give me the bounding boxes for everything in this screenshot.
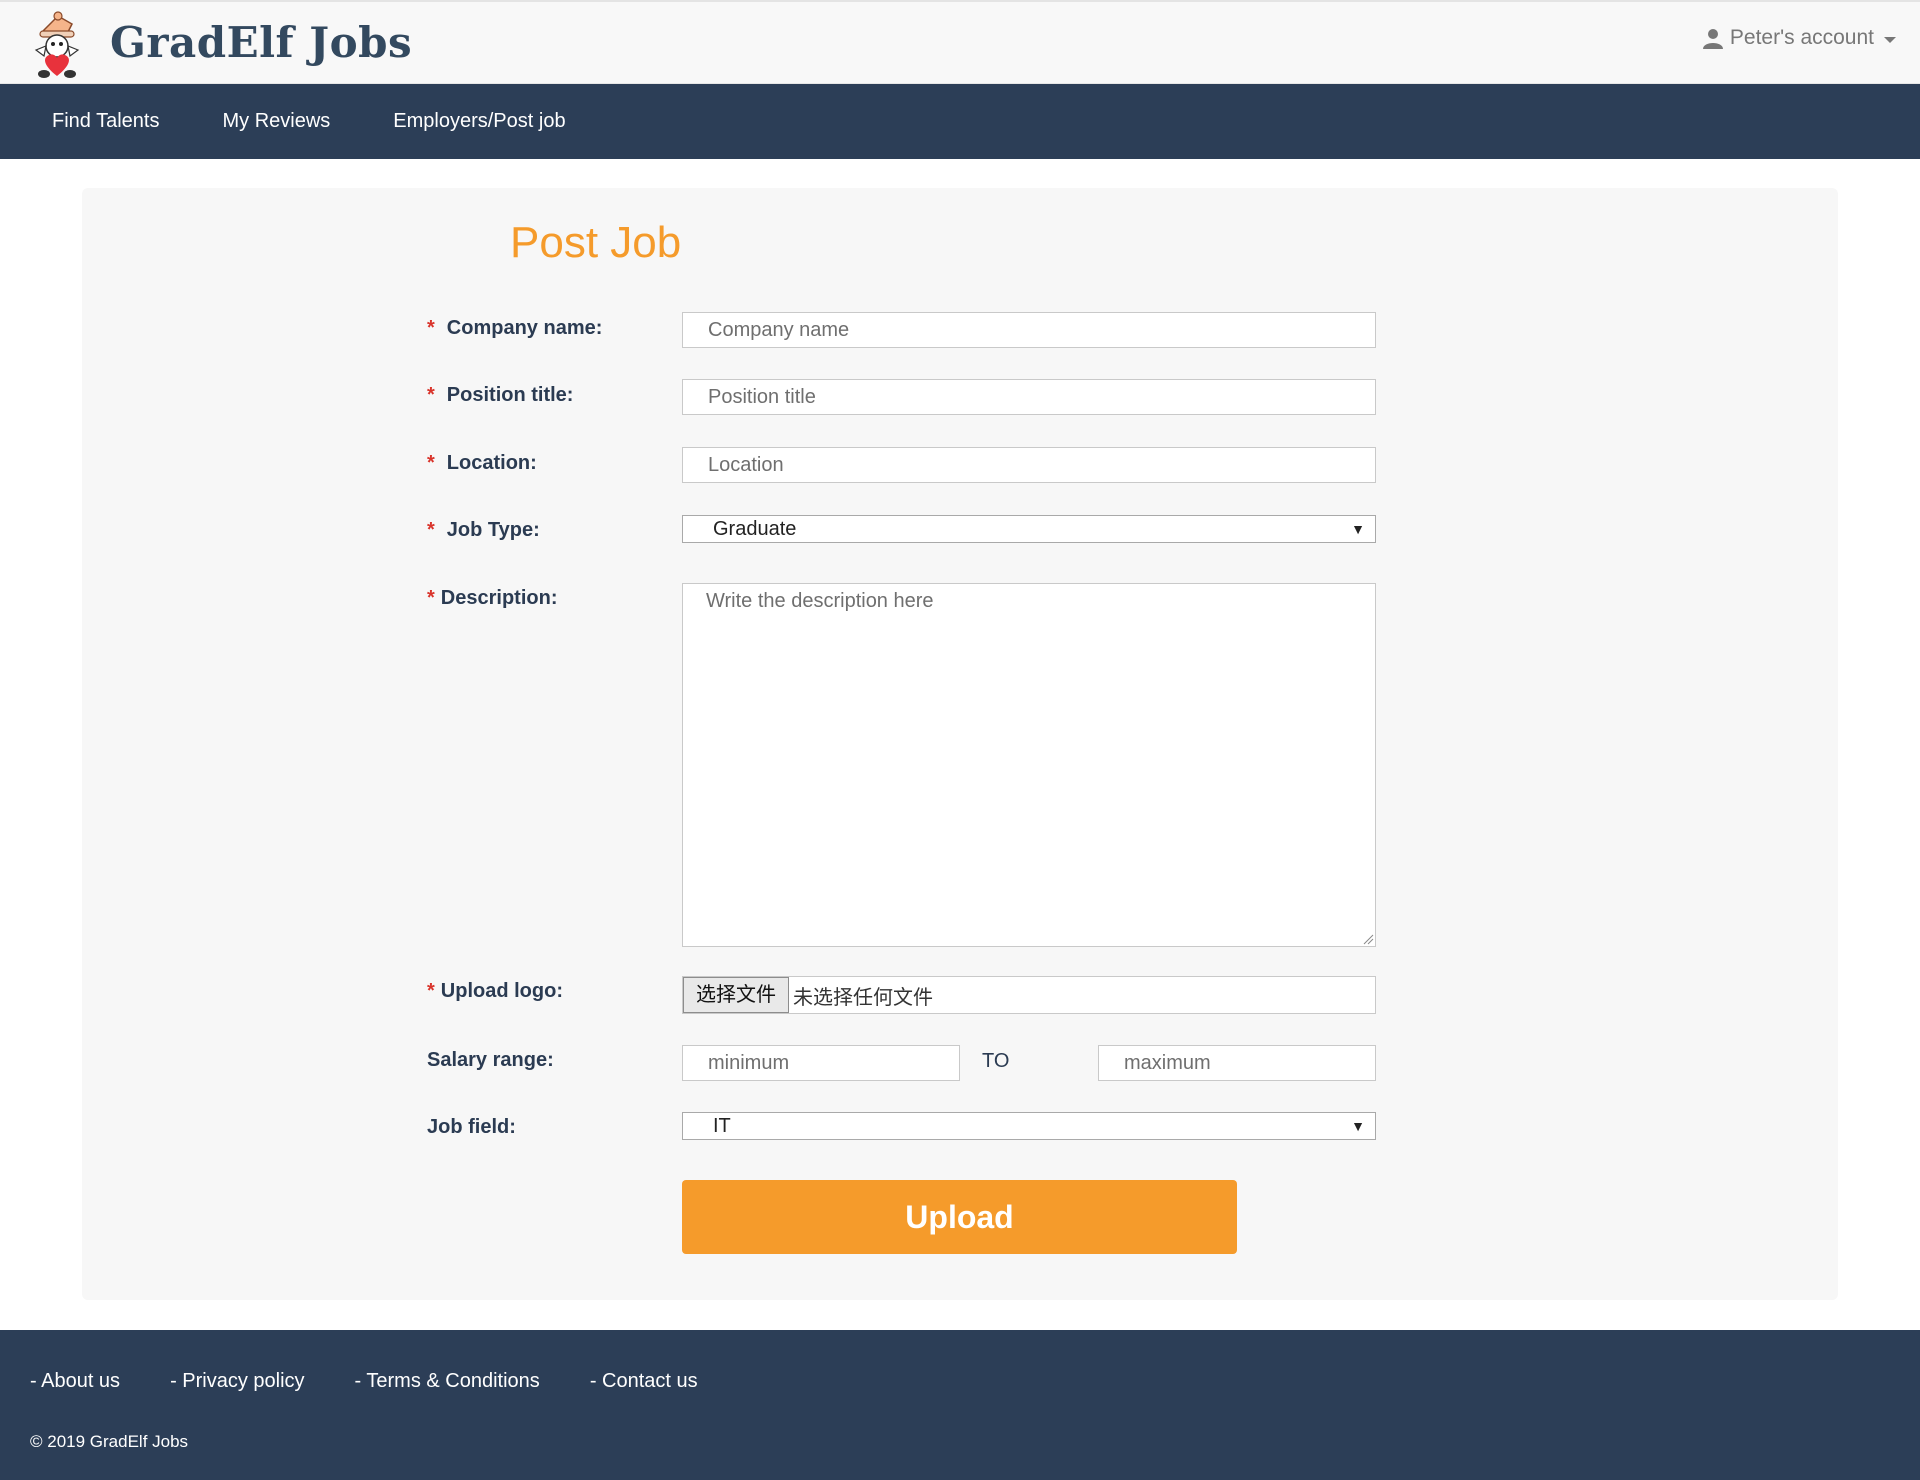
footer-link-privacy[interactable]: - Privacy policy	[170, 1370, 304, 1393]
job-field-select[interactable]: IT ▼	[682, 1112, 1376, 1140]
dropdown-arrow-icon: ▼	[1351, 1118, 1365, 1134]
position-title-label: * Position title:	[427, 384, 574, 406]
salary-min-input[interactable]	[682, 1045, 960, 1081]
resize-grip-icon[interactable]	[1362, 933, 1374, 945]
required-marker: *	[427, 980, 435, 1002]
job-field-selected: IT	[713, 1115, 731, 1137]
elf-logo-icon[interactable]	[28, 10, 92, 80]
user-icon	[1702, 29, 1723, 49]
upload-button[interactable]: Upload	[682, 1180, 1237, 1254]
required-marker: *	[427, 452, 435, 474]
company-name-label: * Company name:	[427, 317, 603, 339]
nav-my-reviews[interactable]: My Reviews	[222, 110, 330, 133]
footer: - About us - Privacy policy - Terms & Co…	[0, 1330, 1920, 1480]
copyright-text: © 2019 GradElf Jobs	[30, 1432, 189, 1451]
post-job-panel: Post Job *Company name: *Position title:…	[82, 188, 1838, 1300]
footer-link-terms[interactable]: - Terms & Conditions	[355, 1370, 540, 1393]
required-marker: *	[427, 317, 435, 339]
file-status-text: 未选择任何文件	[793, 986, 933, 1009]
description-textarea[interactable]	[682, 583, 1376, 947]
job-field-label: Job field:	[427, 1116, 516, 1138]
chevron-down-icon	[1884, 36, 1896, 43]
account-label: Peter's account	[1729, 26, 1874, 49]
choose-file-button[interactable]: 选择文件	[683, 977, 789, 1013]
required-marker: *	[427, 587, 435, 609]
location-label: * Location:	[427, 452, 537, 474]
job-type-selected: Graduate	[713, 518, 797, 540]
salary-range-label: Salary range:	[427, 1049, 554, 1071]
logo-file-input[interactable]: 选择文件 未选择任何文件	[682, 976, 1376, 1014]
top-header: GradElf Jobs Peter's account	[0, 0, 1920, 84]
required-marker: *	[427, 519, 435, 541]
salary-max-input[interactable]	[1098, 1045, 1376, 1081]
footer-links: - About us - Privacy policy - Terms & Co…	[30, 1370, 748, 1393]
job-type-label: * Job Type:	[427, 519, 540, 541]
nav-find-talents[interactable]: Find Talents	[52, 110, 159, 133]
position-title-input[interactable]	[682, 379, 1376, 415]
company-name-input[interactable]	[682, 312, 1376, 348]
account-menu[interactable]: Peter's account	[1702, 26, 1896, 50]
page-title: Post Job	[510, 218, 682, 267]
job-type-select[interactable]: Graduate ▼	[682, 515, 1376, 543]
description-label: * Description:	[427, 587, 558, 609]
required-marker: *	[427, 384, 435, 406]
footer-link-about[interactable]: - About us	[30, 1370, 120, 1393]
dropdown-arrow-icon: ▼	[1351, 521, 1365, 537]
location-input[interactable]	[682, 447, 1376, 483]
main-nav: Find Talents My Reviews Employers/Post j…	[0, 84, 1920, 159]
salary-to-text: TO	[982, 1050, 1010, 1072]
upload-logo-label: * Upload logo:	[427, 980, 563, 1002]
nav-employers-post-job[interactable]: Employers/Post job	[393, 110, 565, 133]
brand-name[interactable]: GradElf Jobs	[110, 18, 412, 67]
footer-link-contact[interactable]: - Contact us	[590, 1370, 698, 1393]
